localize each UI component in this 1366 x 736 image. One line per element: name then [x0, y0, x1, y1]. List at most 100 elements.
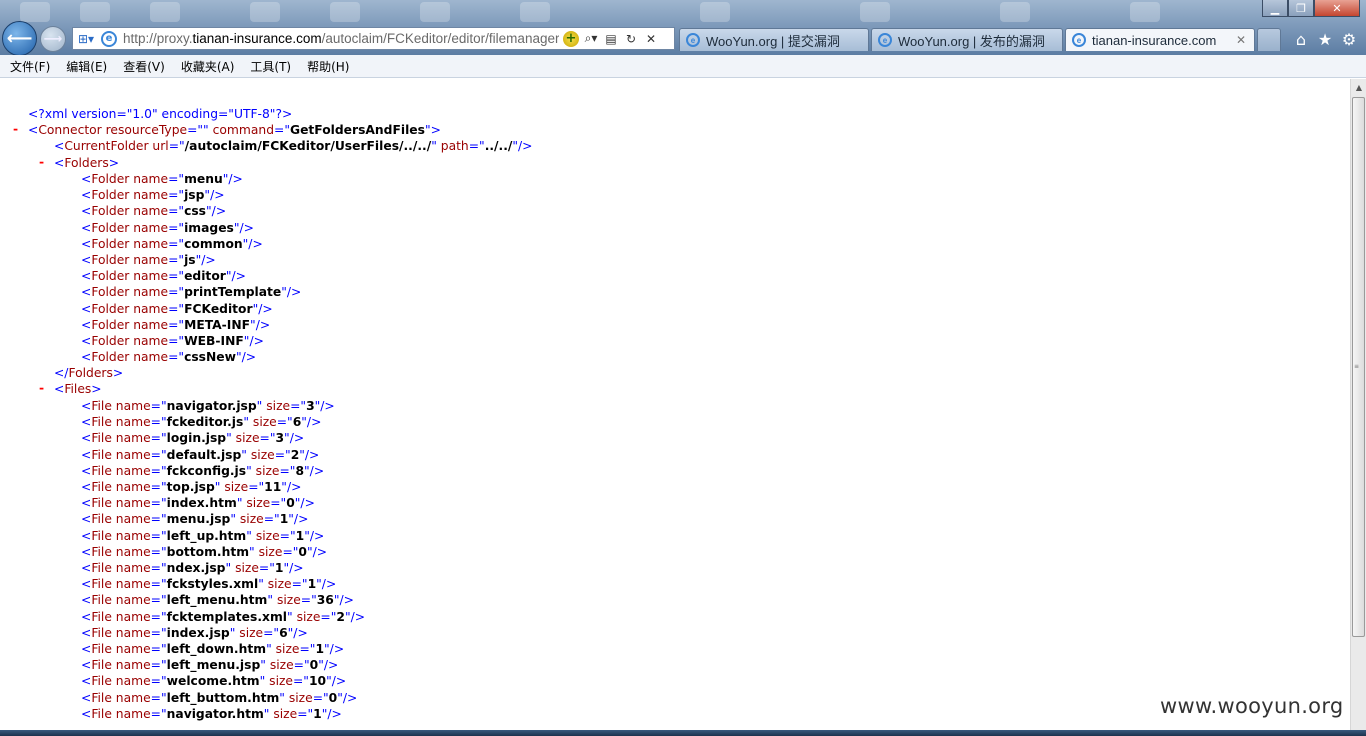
menu-tools[interactable]: 工具(T)	[250, 58, 291, 75]
file-entry: <File name="top.jsp" size="11"/>	[81, 480, 302, 494]
background-blur	[420, 2, 450, 22]
folder-name: images	[184, 220, 234, 235]
file-name: top.jsp	[166, 480, 215, 494]
file-size: 10	[308, 674, 327, 689]
search-icon[interactable]: ⌕▾	[583, 31, 599, 47]
file-entry: <File name="fckconfig.js" size="8"/>	[81, 463, 325, 478]
xml-viewer: <?xml version="1.0" encoding="UTF-8"?> -…	[0, 79, 1350, 730]
file-name: login.jsp	[166, 431, 227, 446]
file-entry: <File name="left_down.htm" size="1"/>	[81, 642, 345, 656]
folder-entry: <Folder name="jsp"/>	[81, 188, 225, 203]
file-entry: <File name="ndex.jsp" size="1"/>	[81, 561, 304, 575]
folder-name: editor	[184, 269, 226, 284]
folder-name: cssNew	[184, 350, 236, 365]
xml-declaration-text: <?xml version="1.0" encoding="UTF-8"?>	[28, 107, 293, 121]
stop-icon[interactable]: ✕	[643, 31, 659, 47]
close-window-button[interactable]: ✕	[1314, 0, 1360, 17]
background-blur	[250, 2, 280, 22]
gear-icon[interactable]: ⚙	[1340, 30, 1358, 49]
file-entry: <File name="left_up.htm" size="1"/>	[81, 528, 325, 543]
current-folder-path: ../../	[484, 139, 513, 153]
back-arrow-icon[interactable]: ⟵	[2, 21, 37, 55]
folder-name: FCKeditor	[184, 301, 253, 316]
files-open-tag: <Files>	[54, 382, 102, 396]
connector-open-tag: <Connector resourceType="" command="GetF…	[28, 123, 441, 137]
file-entry: <File name="navigator.jsp" size="3"/>	[81, 399, 335, 413]
menu-edit[interactable]: 编辑(E)	[66, 58, 107, 75]
collapse-connector[interactable]: -	[13, 122, 18, 136]
add-on-icon[interactable]: +	[563, 30, 579, 47]
file-size: 0	[328, 690, 338, 705]
file-entry: <File name="bottom.htm" size="0"/>	[81, 544, 328, 559]
file-name: fckeditor.js	[166, 415, 244, 430]
file-size: 11	[264, 480, 282, 494]
file-size: 6	[292, 415, 302, 430]
folder-name: jsp	[184, 188, 205, 203]
collapse-files[interactable]: -	[39, 381, 44, 395]
folders-open-tag: <Folders>	[54, 156, 120, 170]
file-size: 0	[298, 544, 307, 559]
menu-file[interactable]: 文件(F)	[10, 58, 50, 75]
file-name: ndex.jsp	[166, 561, 226, 575]
file-size: 0	[286, 496, 295, 511]
url-text[interactable]: http://proxy.tianan-insurance.com/autocl…	[123, 31, 559, 46]
folder-entry: <Folder name="common"/>	[81, 236, 263, 251]
folder-entry: <Folder name="FCKeditor"/>	[81, 301, 273, 316]
menu-help[interactable]: 帮助(H)	[307, 58, 349, 75]
scroll-up-icon[interactable]: ▲	[1351, 79, 1366, 95]
file-size: 1	[295, 528, 305, 543]
browser-toolbar: ▁ ❐ ✕ ⟵ ⟶ ⊞▾ e http://proxy.tianan-insur…	[0, 0, 1366, 55]
menu-bar: 文件(F) 编辑(E) 查看(V) 收藏夹(A) 工具(T) 帮助(H)	[0, 55, 1366, 78]
close-tab-icon[interactable]: ✕	[1236, 33, 1246, 47]
file-entry: <File name="login.jsp" size="3"/>	[81, 431, 305, 446]
file-size: 1	[279, 512, 289, 527]
tab-label: WooYun.org | 提交漏洞	[706, 33, 840, 49]
tab-tianan[interactable]: e tianan-insurance.com ✕	[1065, 28, 1255, 51]
folder-entry: <Folder name="cssNew"/>	[81, 350, 257, 365]
file-name: left_down.htm	[166, 642, 267, 656]
ie-tab-icon: e	[1072, 33, 1086, 47]
forward-arrow-icon[interactable]: ⟶	[40, 26, 66, 52]
xml-declaration: <?xml version="1.0" encoding="UTF-8"?>	[28, 106, 292, 122]
minimize-button[interactable]: ▁	[1262, 0, 1288, 17]
connector-command: GetFoldersAndFiles	[289, 123, 425, 137]
maximize-button[interactable]: ❐	[1288, 0, 1314, 17]
background-blur	[80, 2, 110, 22]
tab-wooyun-submit[interactable]: e WooYun.org | 提交漏洞	[679, 28, 869, 51]
menu-favorites[interactable]: 收藏夹(A)	[181, 58, 235, 75]
file-name: default.jsp	[166, 447, 242, 462]
collapse-folders[interactable]: -	[39, 155, 44, 169]
file-name: fcktemplates.xml	[166, 609, 287, 624]
file-name: left_menu.htm	[166, 593, 268, 608]
background-blur	[150, 2, 180, 22]
folder-entry: <Folder name="menu"/>	[81, 172, 243, 186]
file-entry: <File name="index.jsp" size="6"/>	[81, 625, 308, 640]
folder-name: js	[184, 253, 196, 267]
file-size: 1	[315, 642, 325, 656]
address-bar[interactable]: ⊞▾ e http://proxy.tianan-insurance.com/a…	[72, 27, 675, 50]
refresh-icon[interactable]: ↻	[623, 31, 639, 47]
menu-view[interactable]: 查看(V)	[123, 58, 165, 75]
star-icon[interactable]: ★	[1316, 30, 1334, 49]
file-entry: <File name="welcome.htm" size="10"/>	[81, 674, 347, 689]
file-entry: <File name="fckstyles.xml" size="1"/>	[81, 577, 337, 592]
file-entry: <File name="left_buttom.htm" size="0"/>	[81, 690, 358, 705]
background-blur	[1000, 2, 1030, 22]
current-folder-url: /autoclaim/FCKeditor/UserFiles/../../	[184, 139, 432, 153]
new-tab-button[interactable]	[1257, 28, 1281, 51]
home-icon[interactable]: ⌂	[1292, 30, 1310, 49]
file-name: menu.jsp	[166, 512, 231, 527]
file-entry: <File name="fckeditor.js" size="6"/>	[81, 415, 322, 430]
file-name: fckconfig.js	[166, 463, 247, 478]
file-entry: <File name="index.htm" size="0"/>	[81, 496, 315, 511]
folder-entry: <Folder name="css"/>	[81, 204, 227, 219]
file-name: index.jsp	[166, 625, 230, 640]
folder-entry: <Folder name="META-INF"/>	[81, 317, 271, 332]
background-blur	[700, 2, 730, 22]
file-name: navigator.htm	[166, 706, 264, 721]
compatibility-view-icon[interactable]: ▤	[603, 31, 619, 47]
current-folder-tag: <CurrentFolder url="/autoclaim/FCKeditor…	[54, 139, 533, 153]
tab-wooyun-published[interactable]: e WooYun.org | 发布的漏洞	[871, 28, 1063, 51]
compat-dropdown-icon[interactable]: ⊞▾	[77, 30, 95, 47]
vertical-scrollbar[interactable]: ▲ ≡	[1350, 79, 1366, 730]
